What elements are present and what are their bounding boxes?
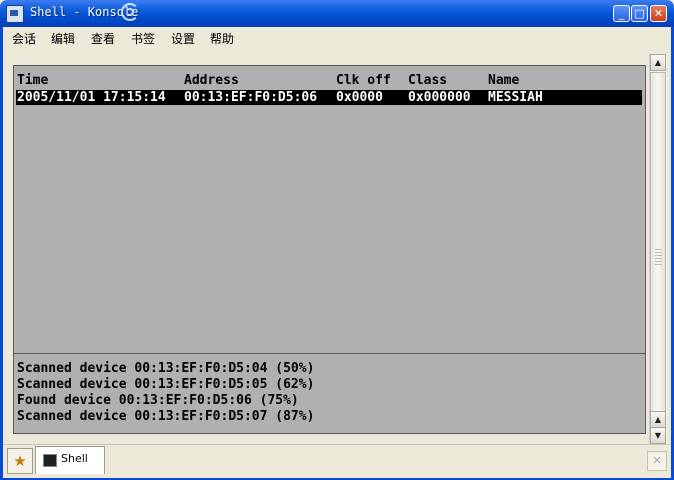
cell-time: 2005/11/01 17:15:14 [17,90,166,105]
scroll-thumb[interactable] [650,72,666,427]
maximize-button[interactable]: □ [631,5,648,22]
title-bar[interactable]: Shell - Konsole _ □ ✕ [0,0,674,27]
terminal-icon [43,454,57,467]
tab-bar: ★ Shell ✕ [3,444,671,478]
column-header-clk-off: Clk off [336,73,391,88]
menu-help[interactable]: 帮助 [210,30,234,47]
menu-settings[interactable]: 设置 [171,30,195,47]
close-tab-button[interactable]: ✕ [647,451,667,471]
log-line: Scanned device 00:13:EF:F0:D5:04 (50%) [17,361,315,376]
close-tab-icon: ✕ [652,454,662,467]
new-session-button[interactable]: ★ [7,448,33,474]
tab-label: Shell [61,452,88,465]
scroll-grip-icon [655,249,662,267]
menu-edit[interactable]: 编辑 [51,30,75,47]
konsole-app-icon[interactable] [6,5,24,23]
log-line: Found device 00:13:EF:F0:D5:06 (75%) [17,393,299,408]
menu-session[interactable]: 会话 [12,30,36,47]
close-button[interactable]: ✕ [650,5,667,22]
tab-shell[interactable]: Shell [35,446,105,474]
minimize-button[interactable]: _ [613,5,630,22]
cell-address: 00:13:EF:F0:D5:06 [184,90,318,105]
device-list-panel[interactable]: Time Address Clk off Class Name 2005/11/… [13,65,646,354]
vertical-scrollbar[interactable]: ▲ ▲ ▼ [649,54,667,444]
cell-class: 0x000000 [408,90,471,105]
menu-view[interactable]: 查看 [91,30,115,47]
scroll-down-button[interactable]: ▲ [650,411,666,428]
scroll-down-button[interactable]: ▼ [650,427,666,444]
log-line: Scanned device 00:13:EF:F0:D5:07 (87%) [17,409,315,424]
swirl-logo-icon [121,3,139,21]
cell-name: MESSIAH [488,90,543,105]
device-row-selected[interactable]: 2005/11/01 17:15:14 00:13:EF:F0:D5:06 0x… [16,90,642,105]
scroll-up-button[interactable]: ▲ [650,54,666,71]
column-header-address: Address [184,73,239,88]
column-header-name: Name [488,73,520,88]
scan-log-panel: Scanned device 00:13:EF:F0:D5:04 (50%) S… [13,353,646,434]
new-session-icon: ★ [13,452,27,470]
cell-clk-off: 0x0000 [336,90,383,105]
log-line: Scanned device 00:13:EF:F0:D5:05 (62%) [17,377,315,392]
column-header-class: Class [408,73,448,88]
menu-bar: 会话 编辑 查看 书签 设置 帮助 [3,27,671,49]
column-header-time: Time [17,73,49,88]
menu-bookmarks[interactable]: 书签 [131,30,155,47]
